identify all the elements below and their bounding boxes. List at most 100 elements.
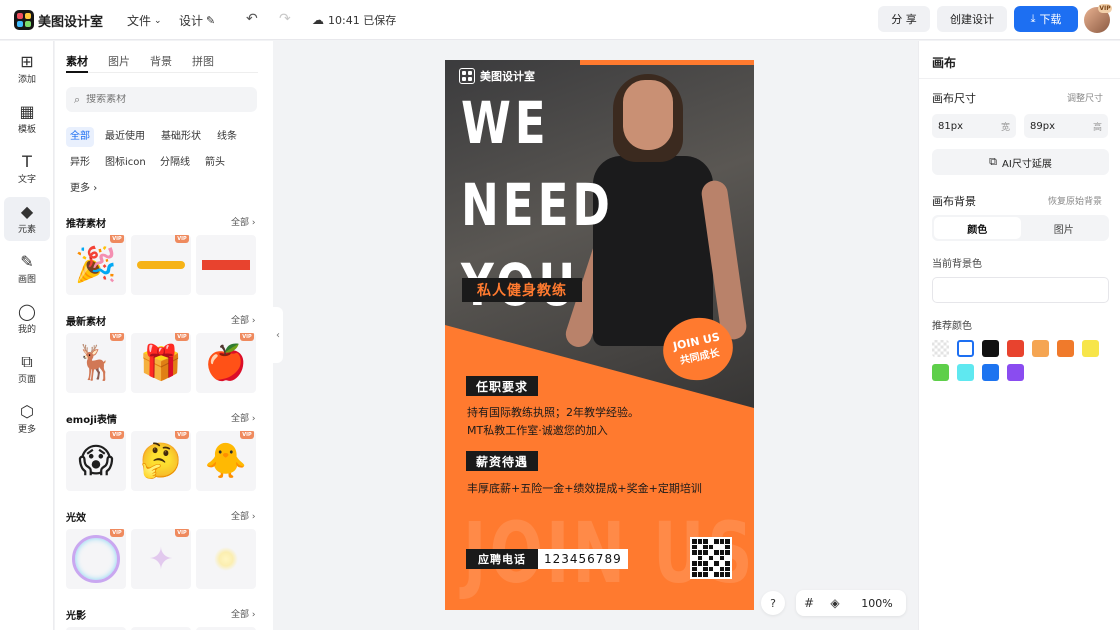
color-swatch-white[interactable] [957, 340, 974, 357]
section-all-link[interactable]: 全部 › [231, 313, 255, 326]
undo-icon[interactable]: ↶ [246, 11, 258, 27]
material-thumb[interactable]: 😱 VIP [66, 431, 126, 491]
chip-all[interactable]: 全部 [66, 127, 94, 147]
section-all-link[interactable]: 全部 › [231, 607, 255, 620]
section-title: 光效 [66, 513, 86, 524]
current-bg-color-field[interactable] [932, 277, 1109, 303]
ai-resize-button[interactable]: ⧉ AI尺寸延展 [932, 149, 1109, 175]
section-all-label: 全部 [231, 414, 250, 424]
panel-title: 画布 [932, 56, 957, 70]
layers-icon[interactable]: ◈ [822, 596, 848, 610]
material-thumb[interactable]: VIP [66, 529, 126, 589]
rail-item-mine[interactable]: ◯ 我的 [4, 297, 50, 341]
tab-collage[interactable]: 拼图 [192, 53, 214, 73]
canvas-bg-label: 画布背景 [932, 195, 976, 208]
chip-more[interactable]: 更多 › [66, 179, 101, 199]
rail-item-text[interactable]: T 文字 [4, 147, 50, 191]
rail-label: 文字 [17, 174, 36, 185]
tab-backgrounds[interactable]: 背景 [150, 53, 172, 73]
canvas-settings-panel: 画布 画布尺寸 调整尺寸 81px 宽 89px 高 ⧉ AI尺寸延展 画布背景… [918, 41, 1120, 630]
adjust-size-link[interactable]: 调整尺寸 [1067, 91, 1103, 104]
app-brand[interactable]: 美图设计室 [38, 11, 103, 30]
requirements-title: 任职要求 [466, 376, 539, 396]
phone-label: 应聘电话 [466, 549, 538, 569]
elements-icon: ◆ [20, 201, 34, 221]
section-title: 最新素材 [66, 317, 106, 328]
restore-bg-link[interactable]: 恢复原始背景 [1048, 194, 1102, 207]
color-swatch-light-orange[interactable] [1032, 340, 1049, 357]
user-icon: ◯ [18, 301, 36, 321]
material-thumb[interactable]: ✦ VIP [131, 529, 191, 589]
help-button[interactable]: ? [761, 591, 785, 615]
color-swatch-green[interactable] [932, 364, 949, 381]
color-swatch-red[interactable] [1007, 340, 1024, 357]
rail-item-elements[interactable]: ◆ 元素 [4, 197, 50, 241]
material-thumb[interactable]: 🦌 VIP [66, 333, 126, 393]
color-swatch-yellow[interactable] [1082, 340, 1099, 357]
app-logo-icon[interactable] [14, 10, 34, 30]
design-menu-label: 设计 [179, 14, 204, 28]
tab-color[interactable]: 颜色 [934, 217, 1021, 239]
material-thumb[interactable]: 🎁 VIP [131, 333, 191, 393]
color-swatch-black[interactable] [982, 340, 999, 357]
grid-icon[interactable]: # [796, 596, 822, 610]
width-field[interactable]: 81px 宽 [932, 114, 1016, 138]
brand-logo-icon [459, 68, 475, 84]
material-thumb[interactable] [196, 235, 256, 295]
share-button[interactable]: 分 享 [878, 6, 930, 32]
chip-dividers[interactable]: 分隔线 [156, 153, 194, 173]
search-icon: ⌕ [74, 92, 81, 106]
redo-icon[interactable]: ↷ [279, 11, 291, 27]
zoom-toolbar: # ◈ 100% [796, 590, 906, 616]
zoom-level[interactable]: 100% [848, 597, 906, 610]
section-all-link[interactable]: 全部 › [231, 509, 255, 522]
material-thumb[interactable]: 🎉 VIP [66, 235, 126, 295]
vip-badge: VIP [175, 431, 189, 439]
chip-basic-shapes[interactable]: 基础形状 [157, 127, 205, 147]
file-menu-label: 文件 [127, 14, 152, 28]
chip-icons[interactable]: 图标icon [101, 153, 150, 173]
rail-item-add[interactable]: ⊞ 添加 [4, 47, 50, 91]
design-menu[interactable]: 设计 ✎ [179, 12, 215, 29]
rail-label: 元素 [17, 224, 36, 235]
chevron-right-icon: › [93, 183, 98, 194]
collapse-panel-button[interactable]: ‹ [273, 307, 283, 363]
file-menu[interactable]: 文件 ⌄ [127, 12, 162, 29]
create-design-button[interactable]: 创建设计 [937, 6, 1007, 32]
text-icon: T [22, 151, 32, 171]
rail-item-templates[interactable]: ▦ 模板 [4, 97, 50, 141]
material-thumb[interactable] [196, 529, 256, 589]
color-swatch-transparent[interactable] [932, 340, 949, 357]
material-thumb[interactable]: VIP [131, 235, 191, 295]
height-value: 89px [1030, 120, 1055, 132]
material-thumb[interactable]: 🐥 VIP [196, 431, 256, 491]
section-all-link[interactable]: 全部 › [231, 215, 255, 228]
rail-item-draw[interactable]: ✎ 画图 [4, 247, 50, 291]
chip-arrows[interactable]: 箭头 [201, 153, 229, 173]
tab-image[interactable]: 图片 [1021, 217, 1108, 239]
rail-item-more[interactable]: ⬡ 更多 [4, 397, 50, 441]
section-title: emoji表情 [66, 415, 117, 426]
rail-item-pages[interactable]: ⧉ 页面 [4, 347, 50, 391]
color-swatch-blue[interactable] [982, 364, 999, 381]
vip-badge: VIP [1098, 4, 1112, 13]
download-button[interactable]: ⤓ 下载 [1014, 6, 1078, 32]
chip-lines[interactable]: 线条 [213, 127, 241, 147]
headline-line: NEED [461, 171, 614, 239]
color-swatch-purple[interactable] [1007, 364, 1024, 381]
phone-row: 应聘电话 123456789 [466, 549, 628, 569]
height-field[interactable]: 89px 高 [1024, 114, 1108, 138]
chip-recent[interactable]: 最近使用 [101, 127, 149, 147]
color-swatch-orange[interactable] [1057, 340, 1074, 357]
section-all-link[interactable]: 全部 › [231, 411, 255, 424]
height-unit: 高 [1092, 122, 1102, 133]
tab-materials[interactable]: 素材 [66, 53, 88, 73]
material-thumb[interactable]: 🤔 VIP [131, 431, 191, 491]
chip-irregular[interactable]: 异形 [66, 153, 94, 173]
poster-canvas[interactable]: JOIN US 美图设计室 WE NEED YOU 私人健身教练 JOIN US… [445, 60, 754, 610]
material-thumb[interactable]: 🍎 VIP [196, 333, 256, 393]
search-input[interactable] [86, 94, 237, 105]
color-swatch-cyan[interactable] [957, 364, 974, 381]
download-icon: ⤓ [1030, 12, 1036, 25]
tab-images[interactable]: 图片 [108, 53, 130, 73]
